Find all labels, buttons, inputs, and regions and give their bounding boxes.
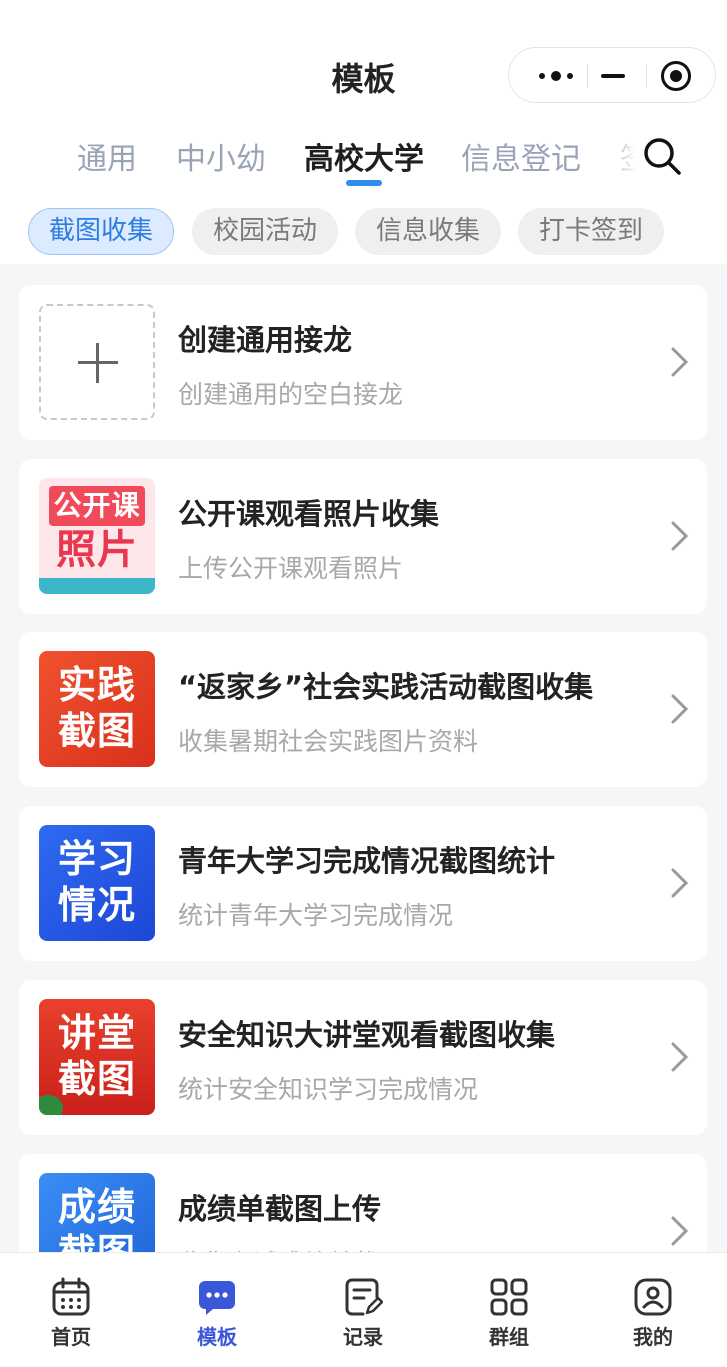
tabbar-item-templates[interactable]: 模板 <box>167 1253 267 1367</box>
tab-k12[interactable]: 中小幼 <box>176 134 266 178</box>
tabbar-label: 记录 <box>343 1325 383 1349</box>
card-title: 成绩单截图上传 <box>178 1192 382 1226</box>
chip-check-in[interactable]: 打卡签到 <box>518 208 664 255</box>
top-area: 模板 通用 中小幼 高校大学 信息登记 签 截图收集 校园活动 信息收集 打卡签… <box>0 0 727 264</box>
bottom-tab-bar: 首页 模板 记录 群组 我的 <box>0 1252 727 1367</box>
chevron-right-icon <box>671 347 689 377</box>
card-thumbnail: 学习 情况 <box>39 825 155 941</box>
tabbar-item-groups[interactable]: 群组 <box>459 1253 559 1367</box>
tabbar-label: 首页 <box>51 1325 91 1349</box>
chevron-right-icon <box>671 521 689 551</box>
chevron-right-icon <box>671 1042 689 1072</box>
card-title: 创建通用接龙 <box>178 323 353 357</box>
card-subtitle: 收集暑期社会实践图片资料 <box>178 727 479 756</box>
card-subtitle: 统计安全知识学习完成情况 <box>178 1075 479 1104</box>
card-subtitle: 上传公开课观看照片 <box>178 554 404 583</box>
user-icon <box>634 1278 672 1316</box>
card-thumbnail: 讲堂 截图 <box>39 999 155 1115</box>
capsule-divider <box>646 64 647 88</box>
tabbar-item-records[interactable]: 记录 <box>313 1253 413 1367</box>
template-card[interactable]: 讲堂 截图 安全知识大讲堂观看截图收集 统计安全知识学习完成情况 <box>19 980 707 1135</box>
create-thumb <box>39 304 155 420</box>
chevron-right-icon <box>671 1216 689 1246</box>
template-card[interactable]: 公开课 照片 公开课观看照片收集 上传公开课观看照片 <box>19 459 707 614</box>
tabbar-label: 群组 <box>489 1325 529 1349</box>
minimize-icon[interactable] <box>599 66 627 86</box>
tabbar-label: 我的 <box>633 1325 673 1349</box>
tabbar-item-mine[interactable]: 我的 <box>603 1253 703 1367</box>
filter-chips: 截图收集 校园活动 信息收集 打卡签到 <box>0 208 727 256</box>
tab-general[interactable]: 通用 <box>77 134 137 178</box>
card-subtitle: 创建通用的空白接龙 <box>178 380 404 409</box>
tab-university[interactable]: 高校大学 <box>304 134 424 178</box>
more-dots-icon[interactable] <box>537 48 577 104</box>
card-thumbnail: 实践 截图 <box>39 651 155 767</box>
card-title: 公开课观看照片收集 <box>178 497 440 531</box>
card-title: 安全知识大讲堂观看截图收集 <box>178 1018 556 1052</box>
chat-bubble-icon <box>199 1281 235 1315</box>
chevron-right-icon <box>671 694 689 724</box>
card-subtitle: 统计青年大学习完成情况 <box>178 901 454 930</box>
chevron-right-icon <box>671 868 689 898</box>
category-tabs: 通用 中小幼 高校大学 信息登记 签 <box>0 128 727 188</box>
template-card[interactable]: 学习 情况 青年大学习完成情况截图统计 统计青年大学习完成情况 <box>19 806 707 961</box>
chip-screenshot-collection[interactable]: 截图收集 <box>28 208 174 255</box>
search-icon[interactable] <box>642 136 682 176</box>
target-close-icon[interactable] <box>661 61 691 91</box>
calendar-icon <box>52 1277 90 1316</box>
active-tab-indicator <box>346 180 382 186</box>
edit-note-icon <box>345 1278 383 1316</box>
card-title: “返家乡”社会实践活动截图收集 <box>178 670 594 704</box>
tabbar-item-home[interactable]: 首页 <box>21 1253 121 1367</box>
capsule-divider <box>587 64 588 88</box>
mini-program-capsule <box>508 47 716 103</box>
chip-info-collection[interactable]: 信息收集 <box>355 208 501 255</box>
template-card-create[interactable]: 创建通用接龙 创建通用的空白接龙 <box>19 285 707 440</box>
template-card[interactable]: 实践 截图 “返家乡”社会实践活动截图收集 收集暑期社会实践图片资料 <box>19 632 707 787</box>
tab-info-registration[interactable]: 信息登记 <box>461 134 581 178</box>
card-thumbnail: 公开课 照片 <box>39 478 155 594</box>
tabbar-label: 模板 <box>197 1325 237 1349</box>
grid-icon <box>490 1278 528 1316</box>
card-title: 青年大学习完成情况截图统计 <box>178 844 556 878</box>
chip-campus-activity[interactable]: 校园活动 <box>192 208 338 255</box>
